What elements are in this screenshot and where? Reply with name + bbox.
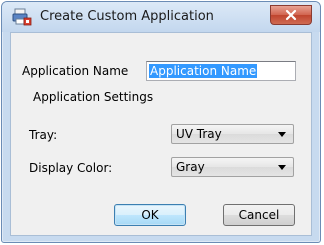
application-name-input[interactable]: Application Name bbox=[146, 61, 296, 81]
application-name-label: Application Name bbox=[22, 64, 129, 78]
title-bar[interactable]: Create Custom Application bbox=[2, 2, 320, 32]
ok-button[interactable]: OK bbox=[114, 204, 186, 226]
application-name-value: Application Name bbox=[149, 64, 258, 78]
window-title: Create Custom Application bbox=[40, 9, 214, 24]
close-icon bbox=[285, 9, 297, 21]
tray-dropdown[interactable]: UV Tray bbox=[171, 124, 294, 144]
cancel-button[interactable]: Cancel bbox=[223, 204, 295, 226]
chevron-down-icon bbox=[278, 132, 286, 137]
display-color-dropdown[interactable]: Gray bbox=[171, 157, 294, 177]
close-button[interactable] bbox=[270, 5, 312, 25]
dialog-content: Application Name Application Name Applic… bbox=[10, 32, 312, 236]
dialog-window: Create Custom Application Application Na… bbox=[1, 1, 321, 243]
display-color-label: Display Color: bbox=[29, 161, 113, 175]
tray-dropdown-value: UV Tray bbox=[176, 127, 222, 141]
printer-app-icon bbox=[12, 8, 32, 26]
tray-label: Tray: bbox=[29, 128, 58, 142]
chevron-down-icon bbox=[278, 165, 286, 170]
display-color-dropdown-value: Gray bbox=[176, 160, 205, 174]
settings-group-heading: Application Settings bbox=[33, 90, 154, 104]
